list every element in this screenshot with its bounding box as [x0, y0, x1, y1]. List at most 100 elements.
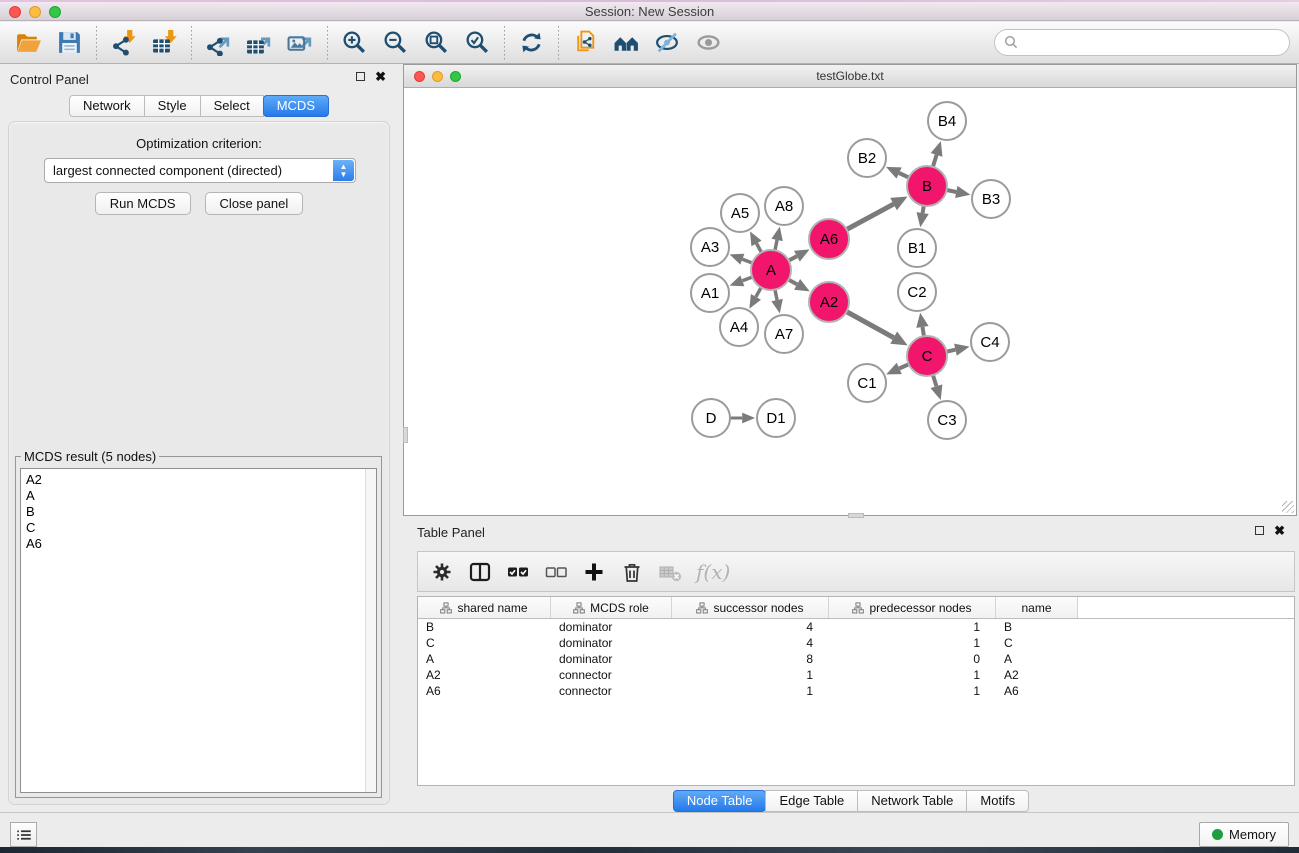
tab-edge-table[interactable]: Edge Table	[765, 790, 858, 812]
table-cell[interactable]: A2	[996, 667, 1078, 683]
graph-node-label-A5: A5	[731, 205, 749, 222]
app-titlebar: Session: New Session	[0, 2, 1299, 21]
show-panels-button[interactable]	[10, 822, 37, 847]
table-cell[interactable]: dominator	[551, 635, 672, 651]
table-cell[interactable]: 1	[672, 683, 829, 699]
mcds-result-item[interactable]: B	[26, 504, 376, 520]
network-from-selection-button[interactable]	[565, 24, 606, 62]
table-cell[interactable]: 1	[829, 619, 996, 635]
splitter-handle-horizontal[interactable]	[848, 513, 864, 518]
table-close-panel-icon[interactable]: ✖	[1274, 526, 1285, 535]
table-cell[interactable]: B	[418, 619, 551, 635]
tab-network[interactable]: Network	[69, 95, 145, 117]
table-cell[interactable]: A6	[418, 683, 551, 699]
network-view-window: testGlobe.txt B4B2BB3B1A5A8A6A3AA1C2A2A4…	[403, 64, 1297, 516]
open-session-button[interactable]	[8, 24, 49, 62]
network-window-titlebar[interactable]: testGlobe.txt	[404, 65, 1296, 88]
import-table-button[interactable]	[144, 24, 185, 62]
run-mcds-button[interactable]: Run MCDS	[95, 192, 191, 215]
table-cell[interactable]: connector	[551, 683, 672, 699]
table-cell[interactable]: A6	[996, 683, 1078, 699]
network-canvas[interactable]: B4B2BB3B1A5A8A6A3AA1C2A2A4A7C4CC1C3DD1	[404, 89, 1296, 515]
zoom-fit-button[interactable]	[416, 24, 457, 62]
column-header-name[interactable]: name	[996, 597, 1078, 618]
settings-gear-button[interactable]	[426, 555, 458, 589]
list-icon	[15, 826, 33, 844]
criterion-select[interactable]: largest connected component (directed) ▲…	[44, 158, 356, 183]
table-cell[interactable]: 4	[672, 619, 829, 635]
close-panel-icon[interactable]: ✖	[375, 72, 386, 81]
table-cell[interactable]: 1	[672, 667, 829, 683]
graph-node-label-C: C	[922, 348, 933, 365]
table-row[interactable]: A6connector11A6	[418, 683, 1294, 699]
table-cell[interactable]: 8	[672, 651, 829, 667]
column-header-successor-nodes[interactable]: successor nodes	[672, 597, 829, 618]
open-browser-home-button[interactable]	[606, 24, 647, 62]
table-cell[interactable]: B	[996, 619, 1078, 635]
hide-graphics-details-button[interactable]	[647, 24, 688, 62]
tab-network-table[interactable]: Network Table	[857, 790, 967, 812]
zoom-out-button[interactable]	[375, 24, 416, 62]
table-cell[interactable]: dominator	[551, 651, 672, 667]
unselect-all-button[interactable]	[540, 555, 572, 589]
refresh-icon	[518, 29, 545, 56]
search-input[interactable]	[994, 29, 1290, 56]
mcds-result-item[interactable]: A6	[26, 536, 376, 552]
table-cell[interactable]: 1	[829, 635, 996, 651]
toolbar-separator	[96, 26, 97, 60]
table-cell[interactable]: A	[418, 651, 551, 667]
table-float-panel-icon[interactable]	[1255, 526, 1264, 535]
table-cell[interactable]: dominator	[551, 619, 672, 635]
mcds-result-item[interactable]: A2	[26, 472, 376, 488]
table-cell[interactable]: A	[996, 651, 1078, 667]
table-cell[interactable]: C	[418, 635, 551, 651]
graph-node-label-C1: C1	[857, 375, 876, 392]
table-cell[interactable]: 1	[829, 683, 996, 699]
table-cell[interactable]: 1	[829, 667, 996, 683]
result-list-scrollbar[interactable]	[365, 469, 376, 792]
splitter-handle-vertical[interactable]	[403, 427, 408, 443]
table-row[interactable]: Cdominator41C	[418, 635, 1294, 651]
zoom-in-button[interactable]	[334, 24, 375, 62]
float-panel-icon[interactable]	[356, 72, 365, 81]
mcds-result-item[interactable]: C	[26, 520, 376, 536]
export-table-button[interactable]	[239, 24, 280, 62]
export-image-button[interactable]	[280, 24, 321, 62]
tab-mcds[interactable]: MCDS	[263, 95, 329, 117]
column-type-icon	[696, 602, 708, 614]
mcds-result-item[interactable]: A	[26, 488, 376, 504]
add-button[interactable]	[578, 555, 610, 589]
select-all-button[interactable]	[502, 555, 534, 589]
graph-node-label-B1: B1	[908, 240, 926, 257]
zoom-selected-button[interactable]	[457, 24, 498, 62]
table-row[interactable]: Bdominator41B	[418, 619, 1294, 635]
table-row[interactable]: A2connector11A2	[418, 667, 1294, 683]
tab-style[interactable]: Style	[144, 95, 201, 117]
window-resize-grip[interactable]	[1282, 501, 1294, 513]
import-network-icon	[110, 29, 137, 56]
column-header-MCDS-role[interactable]: MCDS role	[551, 597, 672, 618]
graph-arrowhead	[954, 344, 969, 356]
toolbar-separator	[558, 26, 559, 60]
column-header-shared-name[interactable]: shared name	[418, 597, 551, 618]
table-cell[interactable]: 0	[829, 651, 996, 667]
tab-node-table[interactable]: Node Table	[673, 790, 767, 812]
close-panel-button[interactable]: Close panel	[205, 192, 304, 215]
import-network-button[interactable]	[103, 24, 144, 62]
graph-node-label-A: A	[766, 262, 776, 279]
tab-motifs[interactable]: Motifs	[966, 790, 1029, 812]
show-graphics-details-button[interactable]	[688, 24, 729, 62]
save-session-button[interactable]	[49, 24, 90, 62]
table-cell[interactable]: connector	[551, 667, 672, 683]
column-header-predecessor-nodes[interactable]: predecessor nodes	[829, 597, 996, 618]
delete-button[interactable]	[616, 555, 648, 589]
table-cell[interactable]: C	[996, 635, 1078, 651]
refresh-button[interactable]	[511, 24, 552, 62]
table-cell[interactable]: 4	[672, 635, 829, 651]
column-view-button[interactable]	[464, 555, 496, 589]
table-cell[interactable]: A2	[418, 667, 551, 683]
export-network-button[interactable]	[198, 24, 239, 62]
memory-button[interactable]: Memory	[1199, 822, 1289, 847]
tab-select[interactable]: Select	[200, 95, 264, 117]
table-row[interactable]: Adominator80A	[418, 651, 1294, 667]
